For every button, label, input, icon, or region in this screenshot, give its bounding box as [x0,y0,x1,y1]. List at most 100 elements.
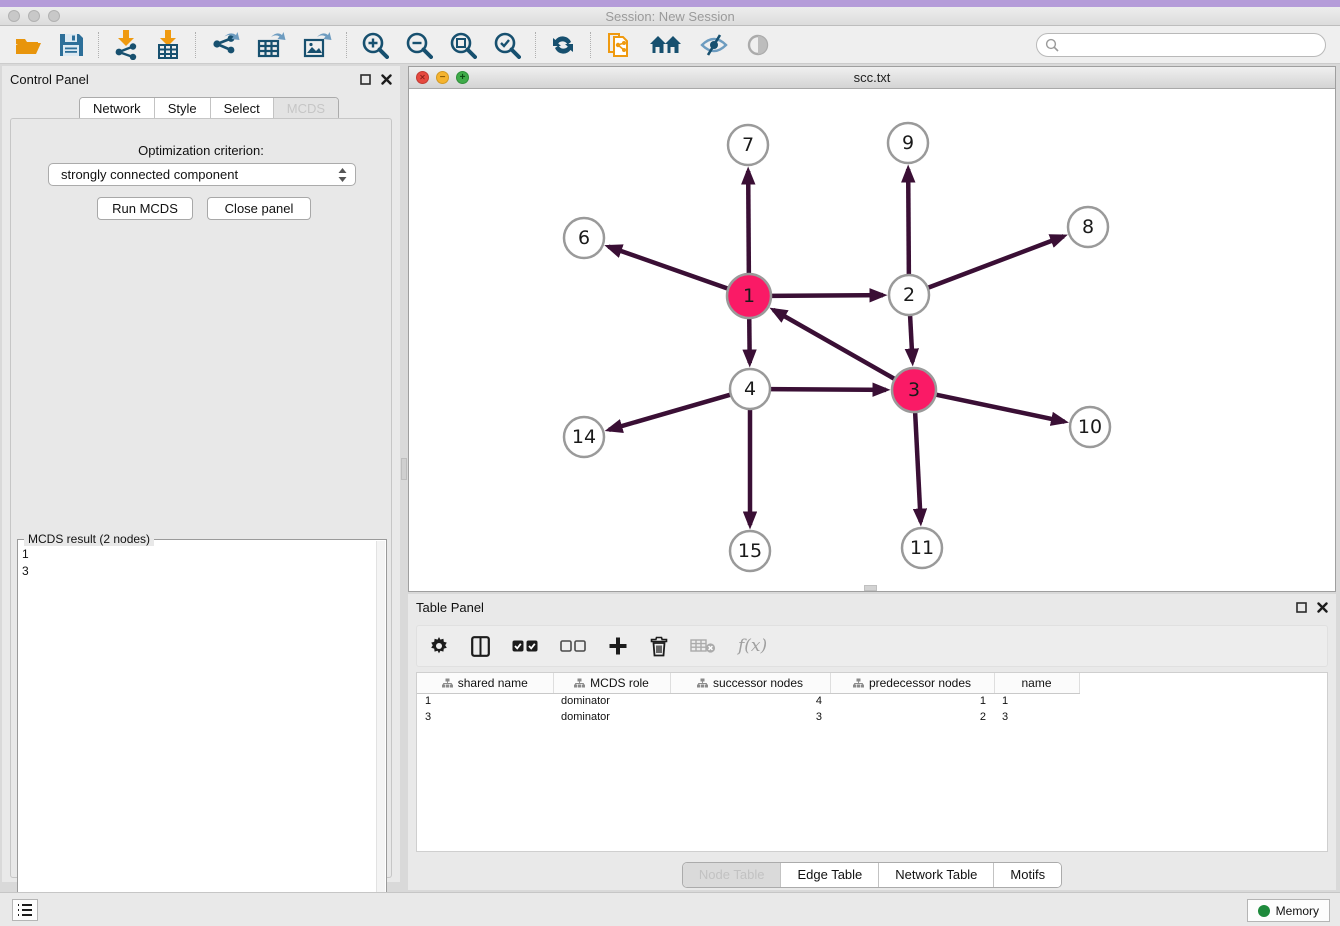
network-graph[interactable]: 7 9 6 8 1 2 4 3 14 10 15 11 [409,89,1335,591]
search-input[interactable] [1059,35,1317,55]
node-label: 10 [1078,416,1102,438]
table-cell[interactable]: 1 [994,693,1079,709]
import-table-icon[interactable] [147,29,189,61]
table-cell[interactable]: dominator [553,693,670,709]
plus-icon[interactable] [608,636,628,656]
network-canvas[interactable]: 7 9 6 8 1 2 4 3 14 10 15 11 [409,89,1335,591]
node-table[interactable]: shared nameMCDS rolesuccessor nodesprede… [416,672,1328,852]
graph-node-11[interactable]: 11 [902,528,942,568]
graph-edge-1-6[interactable] [609,247,729,289]
tab-motifs[interactable]: Motifs [994,863,1061,887]
graph-edge-3-10[interactable] [936,395,1065,422]
criterion-dropdown[interactable]: strongly connected component [48,163,356,186]
tab-network[interactable]: Network [80,98,155,120]
float-panel-icon[interactable] [360,74,371,85]
unchecked-boxes-icon[interactable] [560,640,586,653]
refresh-icon[interactable] [542,29,584,61]
column-header-MCDS-role[interactable]: MCDS role [553,673,670,693]
graph-edge-4-14[interactable] [609,395,731,430]
horizontal-splitter-handle[interactable] [864,585,877,591]
zoom-fit-icon[interactable] [441,29,485,61]
graph-edge-2-9[interactable] [908,169,909,275]
status-bar: Memory [0,892,1340,926]
column-header-predecessor-nodes[interactable]: predecessor nodes [830,673,994,693]
table-row[interactable]: 3dominator323 [417,709,1327,725]
float-panel-icon[interactable] [1296,602,1307,613]
graph-node-15[interactable]: 15 [730,531,770,571]
memory-button[interactable]: Memory [1247,899,1330,922]
tab-mcds[interactable]: MCDS [274,98,338,120]
hide-eye-icon[interactable] [691,29,737,61]
checked-boxes-icon[interactable] [512,640,538,653]
graph-node-8[interactable]: 8 [1068,207,1108,247]
main-titlebar: Session: New Session [0,7,1340,26]
dropdown-stepper-icon [338,168,347,182]
zoom-out-icon[interactable] [397,29,441,61]
zoom-selected-icon[interactable] [485,29,529,61]
table-toolbar: f(x) [416,625,1328,667]
table-cell[interactable]: 3 [670,709,830,725]
graph-node-1[interactable]: 1 [727,274,771,318]
toolbar-separator [346,32,347,58]
task-history-button[interactable] [12,899,38,921]
trash-icon[interactable] [650,636,668,657]
tab-select[interactable]: Select [211,98,274,120]
import-network-icon[interactable] [105,29,147,61]
splitter-handle[interactable] [401,458,407,480]
attribute-icon [853,678,864,688]
node-label: 2 [903,284,915,306]
graph-edge-1-7[interactable] [748,171,749,274]
tab-style[interactable]: Style [155,98,211,120]
table-row[interactable]: 1dominator411 [417,693,1327,709]
column-header-name[interactable]: name [994,673,1079,693]
vertical-splitter[interactable] [400,66,408,882]
close-panel-icon[interactable] [381,74,392,85]
run-mcds-button[interactable]: Run MCDS [97,197,193,220]
zoom-in-icon[interactable] [353,29,397,61]
columns-icon[interactable] [471,636,490,657]
table-cell[interactable]: 2 [830,709,994,725]
export-image-icon[interactable] [294,29,340,61]
attribute-icon [697,678,708,688]
clone-network-icon[interactable] [597,29,641,61]
tab-network-table[interactable]: Network Table [879,863,994,887]
tab-node-table[interactable]: Node Table [683,863,782,887]
open-folder-icon[interactable] [6,29,50,61]
export-table-icon[interactable] [248,29,294,61]
graph-node-9[interactable]: 9 [888,123,928,163]
search-box[interactable] [1036,33,1326,57]
graph-node-3[interactable]: 3 [892,368,936,412]
save-icon[interactable] [50,29,92,61]
table-cell[interactable]: 4 [670,693,830,709]
graph-edge-3-1[interactable] [773,310,895,379]
graph-node-10[interactable]: 10 [1070,407,1110,447]
close-panel-button[interactable]: Close panel [207,197,311,220]
graph-node-14[interactable]: 14 [564,417,604,457]
graph-edge-3-11[interactable] [915,412,921,522]
column-header-successor-nodes[interactable]: successor nodes [670,673,830,693]
graph-node-6[interactable]: 6 [564,218,604,258]
tab-edge-table[interactable]: Edge Table [781,863,879,887]
table-cell[interactable]: 1 [417,693,553,709]
graph-edge-1-2[interactable] [771,295,883,296]
graph-node-2[interactable]: 2 [889,275,929,315]
result-scrollbar[interactable] [376,541,385,917]
node-label: 1 [743,285,755,307]
table-panel-header: Table Panel [408,594,1336,620]
table-cell[interactable]: 3 [417,709,553,725]
column-header-shared-name[interactable]: shared name [417,673,553,693]
table-cell[interactable]: dominator [553,709,670,725]
network-title: scc.txt [409,70,1335,85]
network-window-titlebar[interactable]: scc.txt [409,67,1335,89]
close-panel-icon[interactable] [1317,602,1328,613]
export-network-icon[interactable] [202,29,248,61]
gear-icon[interactable] [429,636,449,656]
graph-edge-2-8[interactable] [928,236,1064,288]
graph-edge-2-3[interactable] [910,315,912,362]
graph-node-4[interactable]: 4 [730,369,770,409]
table-cell[interactable]: 3 [994,709,1079,725]
graph-node-7[interactable]: 7 [728,125,768,165]
graph-edge-4-3[interactable] [770,389,886,390]
table-cell[interactable]: 1 [830,693,994,709]
home-icon[interactable] [641,29,691,61]
